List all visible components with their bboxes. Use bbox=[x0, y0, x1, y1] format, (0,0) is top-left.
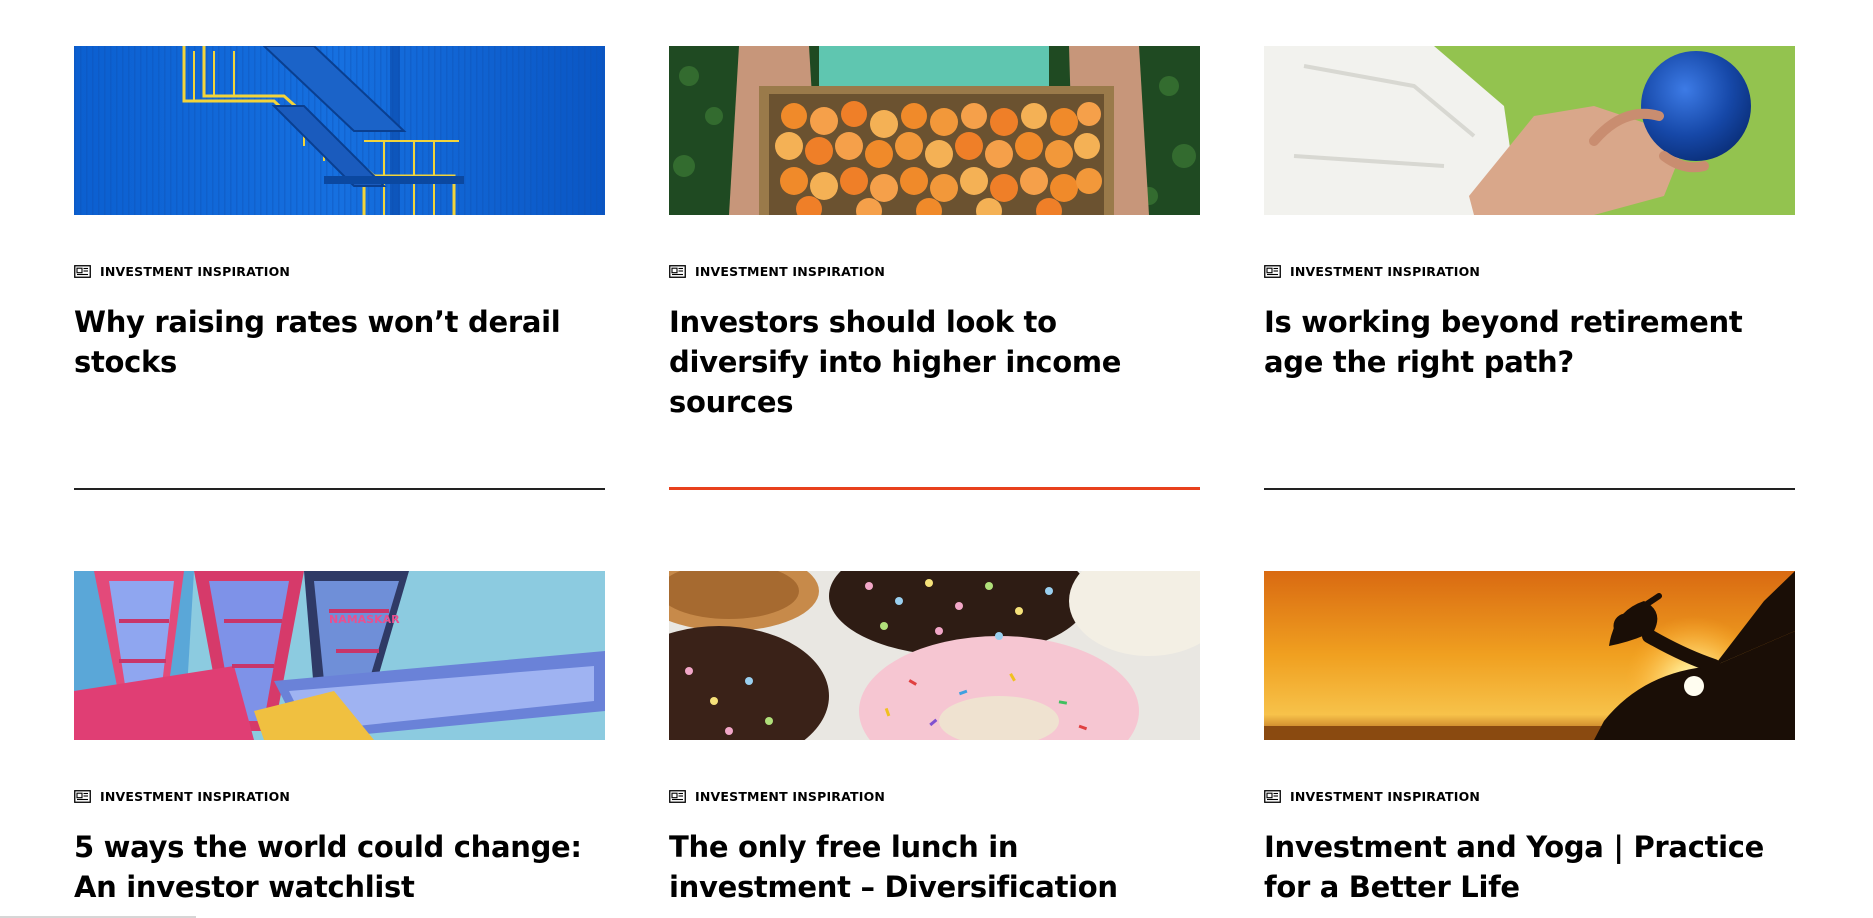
newspaper-icon bbox=[74, 264, 91, 278]
article-title[interactable]: Why raising rates won’t derail stocks bbox=[74, 302, 605, 382]
article-card[interactable]: INVESTMENT INSPIRATION The only free lun… bbox=[669, 571, 1200, 907]
newspaper-icon bbox=[669, 789, 686, 803]
article-grid: INVESTMENT INSPIRATION Why raising rates… bbox=[0, 0, 1873, 918]
article-card[interactable]: INVESTMENT INSPIRATION Is working beyond… bbox=[1264, 46, 1795, 490]
article-title[interactable]: 5 ways the world could change: An invest… bbox=[74, 827, 605, 907]
article-title[interactable]: The only free lunch in investment – Dive… bbox=[669, 827, 1200, 907]
article-title[interactable]: Is working beyond retirement age the rig… bbox=[1264, 302, 1795, 382]
category-tag: INVESTMENT INSPIRATION bbox=[669, 788, 1200, 804]
article-title[interactable]: Investment and Yoga | Practice for a Bet… bbox=[1264, 827, 1795, 907]
category-tag: INVESTMENT INSPIRATION bbox=[1264, 788, 1795, 804]
category-tag: INVESTMENT INSPIRATION bbox=[74, 263, 605, 279]
category-tag: INVESTMENT INSPIRATION bbox=[669, 263, 1200, 279]
category-label: INVESTMENT INSPIRATION bbox=[1290, 788, 1481, 804]
card-divider-active bbox=[669, 487, 1200, 490]
blue-staircase-image[interactable] bbox=[74, 46, 605, 215]
category-label: INVESTMENT INSPIRATION bbox=[1290, 263, 1481, 279]
article-title[interactable]: Investors should look to diversify into … bbox=[669, 302, 1200, 422]
article-card[interactable]: NAMASKAR INVESTMENT INSPIRATION 5 ways t… bbox=[74, 571, 605, 907]
apricot-crate-image[interactable] bbox=[669, 46, 1200, 215]
card-divider bbox=[1264, 488, 1795, 490]
svg-text:NAMASKAR: NAMASKAR bbox=[329, 613, 400, 626]
article-card[interactable]: INVESTMENT INSPIRATION Investment and Yo… bbox=[1264, 571, 1795, 907]
article-card[interactable]: INVESTMENT INSPIRATION Investors should … bbox=[669, 46, 1200, 490]
yoga-sunset-image[interactable] bbox=[1264, 571, 1795, 740]
category-label: INVESTMENT INSPIRATION bbox=[100, 788, 291, 804]
newspaper-icon bbox=[669, 264, 686, 278]
category-label: INVESTMENT INSPIRATION bbox=[695, 788, 886, 804]
sprinkle-donuts-image[interactable] bbox=[669, 571, 1200, 740]
category-tag: INVESTMENT INSPIRATION bbox=[74, 788, 605, 804]
newspaper-icon bbox=[1264, 789, 1281, 803]
category-label: INVESTMENT INSPIRATION bbox=[695, 263, 886, 279]
newspaper-icon bbox=[74, 789, 91, 803]
card-divider bbox=[74, 488, 605, 490]
category-label: INVESTMENT INSPIRATION bbox=[100, 263, 291, 279]
rowing-boats-image[interactable]: NAMASKAR bbox=[74, 571, 605, 740]
newspaper-icon bbox=[1264, 264, 1281, 278]
category-tag: INVESTMENT INSPIRATION bbox=[1264, 263, 1795, 279]
article-card[interactable]: INVESTMENT INSPIRATION Why raising rates… bbox=[74, 46, 605, 490]
bowling-ball-image[interactable] bbox=[1264, 46, 1795, 215]
